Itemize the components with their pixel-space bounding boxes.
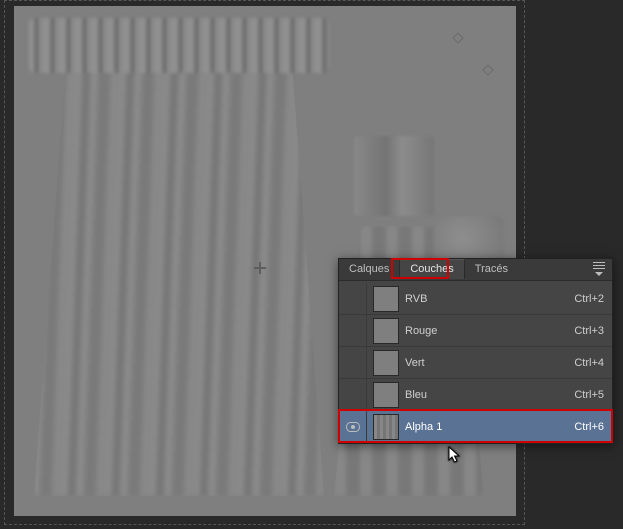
anchor-marker-icon bbox=[452, 32, 463, 43]
channel-shortcut: Ctrl+4 bbox=[574, 357, 612, 369]
channel-name: Vert bbox=[405, 357, 574, 369]
eye-icon bbox=[346, 422, 360, 432]
channel-shortcut: Ctrl+5 bbox=[574, 389, 612, 401]
channel-row-green[interactable]: Vert Ctrl+4 bbox=[339, 347, 612, 379]
channel-thumbnail[interactable] bbox=[373, 414, 399, 440]
texture-preview-ruffle bbox=[29, 18, 329, 73]
channel-thumbnail[interactable] bbox=[373, 350, 399, 376]
panel-tabbar: Calques Couches Tracés bbox=[339, 259, 612, 281]
channel-name: RVB bbox=[405, 293, 574, 305]
visibility-toggle[interactable] bbox=[339, 283, 367, 314]
tab-channels[interactable]: Couches bbox=[399, 259, 464, 279]
visibility-toggle[interactable] bbox=[339, 411, 367, 442]
channels-panel: Calques Couches Tracés RVB Ctrl+2 Rouge … bbox=[338, 258, 613, 444]
texture-preview-main bbox=[34, 26, 324, 496]
channel-row-rgb[interactable]: RVB Ctrl+2 bbox=[339, 283, 612, 315]
anchor-marker-icon bbox=[482, 64, 493, 75]
panel-menu-button[interactable] bbox=[590, 262, 608, 276]
texture-preview-shorts bbox=[354, 136, 434, 216]
channel-thumbnail[interactable] bbox=[373, 318, 399, 344]
channel-shortcut: Ctrl+2 bbox=[574, 293, 612, 305]
channel-row-alpha[interactable]: Alpha 1 Ctrl+6 bbox=[339, 411, 612, 443]
channel-shortcut: Ctrl+3 bbox=[574, 325, 612, 337]
tab-label: Couches bbox=[410, 263, 453, 275]
visibility-toggle[interactable] bbox=[339, 315, 367, 346]
channel-name: Bleu bbox=[405, 389, 574, 401]
tab-label: Calques bbox=[349, 263, 389, 275]
channel-thumbnail[interactable] bbox=[373, 286, 399, 312]
tab-label: Tracés bbox=[475, 263, 508, 275]
channel-row-red[interactable]: Rouge Ctrl+3 bbox=[339, 315, 612, 347]
visibility-toggle[interactable] bbox=[339, 347, 367, 378]
center-marker-icon bbox=[254, 262, 266, 274]
channel-name: Alpha 1 bbox=[405, 421, 574, 433]
channel-thumbnail[interactable] bbox=[373, 382, 399, 408]
channel-row-blue[interactable]: Bleu Ctrl+5 bbox=[339, 379, 612, 411]
channel-list: RVB Ctrl+2 Rouge Ctrl+3 Vert Ctrl+4 Bleu… bbox=[339, 281, 612, 443]
tab-layers[interactable]: Calques bbox=[339, 260, 399, 279]
visibility-toggle[interactable] bbox=[339, 379, 367, 410]
tab-paths[interactable]: Tracés bbox=[465, 260, 518, 279]
channel-name: Rouge bbox=[405, 325, 574, 337]
channel-shortcut: Ctrl+6 bbox=[574, 421, 612, 433]
